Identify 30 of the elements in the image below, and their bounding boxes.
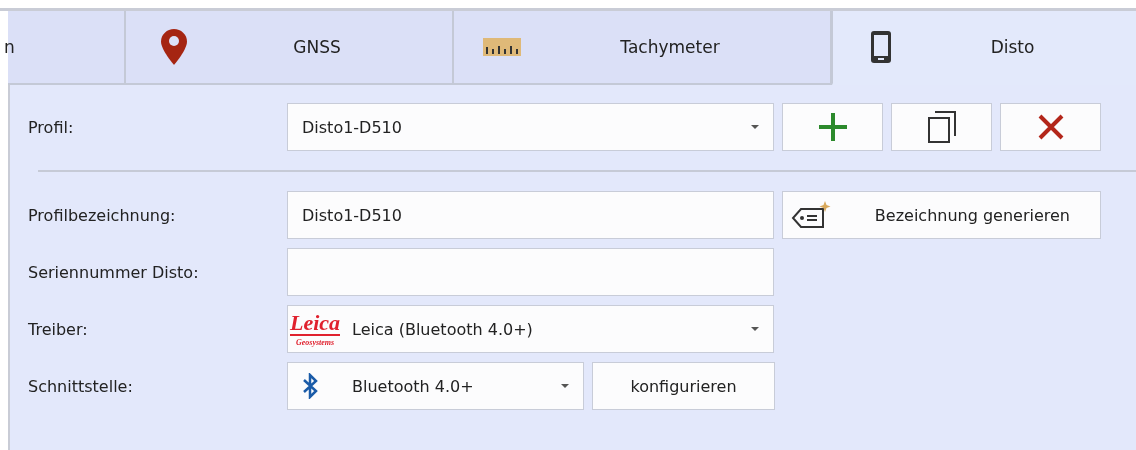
- caret-icon: [751, 125, 759, 129]
- tab[interactable]: GNSS: [126, 11, 454, 85]
- plus-icon: [817, 112, 848, 142]
- input-field[interactable]: Disto1-D510: [287, 191, 774, 239]
- delete-button[interactable]: [1000, 103, 1101, 151]
- caret-icon: [561, 384, 569, 388]
- copy-icon: [926, 111, 957, 143]
- ruler-icon: [483, 38, 521, 56]
- copy-button[interactable]: [891, 103, 992, 151]
- add-button[interactable]: [782, 103, 883, 151]
- dropdown[interactable]: Leica Geosystems Leica (Bluetooth 4.0+): [287, 305, 774, 353]
- phone-icon: [871, 31, 891, 63]
- bluetooth-icon: [302, 373, 318, 399]
- caret-icon: [751, 327, 759, 331]
- profile-dropdown[interactable]: Disto1-D510: [287, 103, 774, 151]
- map-pin-icon: [161, 29, 187, 65]
- tag-icon: [791, 201, 831, 229]
- close-icon: [1037, 114, 1064, 140]
- dropdown[interactable]: Bluetooth 4.0+: [287, 362, 584, 410]
- leica-logo: Leica Geosystems: [290, 311, 341, 347]
- field-label: Schnittstelle:: [27, 376, 134, 396]
- tab[interactable]: Tachymeter: [454, 11, 832, 85]
- input-field[interactable]: [287, 248, 774, 296]
- tab[interactable]: Disto: [832, 11, 1136, 85]
- configure-button[interactable]: konfigurieren: [592, 362, 775, 410]
- field-label: Profil:: [27, 117, 75, 137]
- field-label: Profilbezeichnung:: [27, 205, 177, 225]
- field-label: Seriennummer Disto:: [27, 262, 200, 282]
- generate-name-button[interactable]: Bezeichnung generieren: [782, 191, 1101, 239]
- field-label: Treiber:: [27, 319, 89, 339]
